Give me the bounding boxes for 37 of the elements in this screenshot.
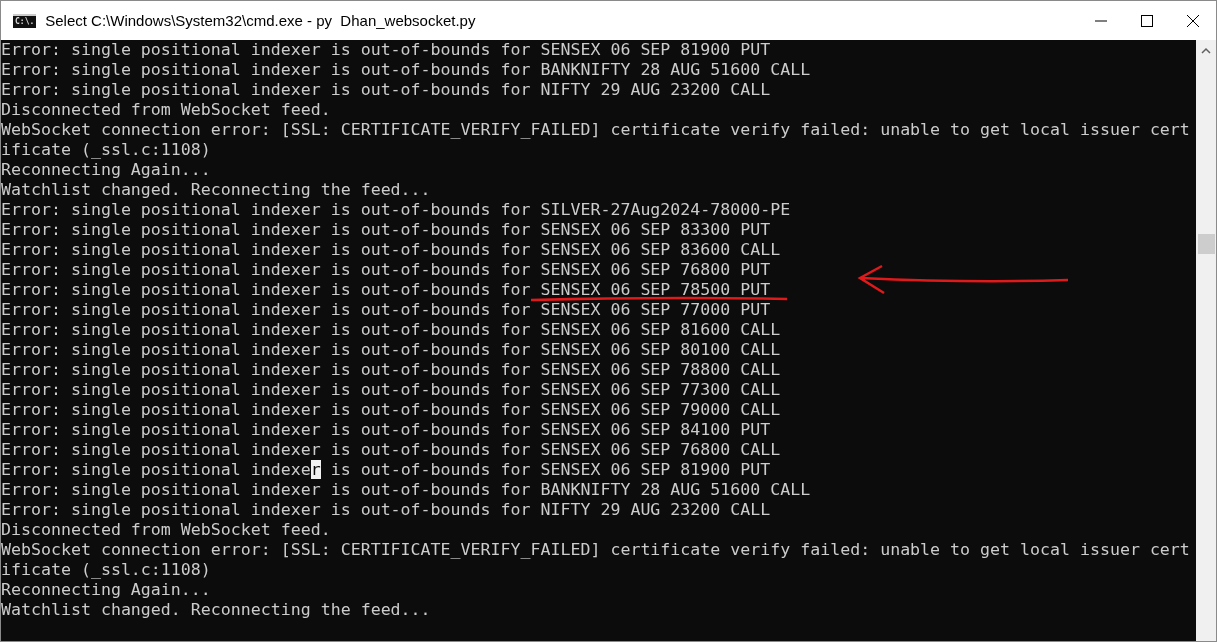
console-line: Error: single positional indexer is out-of-bounds for SENSEX 06 SEP 83600 CALL xyxy=(1,240,781,260)
console-line: Error: single positional indexer is out-of-bounds for SENSEX 06 SEP 81600 CALL xyxy=(1,320,781,340)
console-line: Error: single positional indexer is out-of-bounds for NIFTY 29 AUG 23200 CALL xyxy=(1,80,771,100)
console-line: Error: single positional indexer is out-of-bounds for SENSEX 06 SEP 76800 PUT xyxy=(1,260,771,280)
app-icon: C:\. xyxy=(13,13,37,28)
console-line: Reconnecting Again... xyxy=(1,160,211,180)
console-line: ificate (_ssl.c:1108) xyxy=(1,140,211,160)
console-line: WebSocket connection error: [SSL: CERTIFICATE_VERIFY_FAILED] certificate verify failed: unable to get local issuer cert xyxy=(1,120,1190,140)
window-title: Select C:\Windows\System32\cmd.exe - py Dhan_websocket.py xyxy=(45,12,476,29)
console-line: Watchlist changed. Reconnecting the feed... xyxy=(1,180,431,200)
console-line: Error: single positional indexer is out-of-bounds for SENSEX 06 SEP 80100 CALL xyxy=(1,340,781,360)
console-line: Reconnecting Again... xyxy=(1,580,211,600)
console-line: Error: single positional indexer is out-of-bounds for SENSEX 06 SEP 79000 CALL xyxy=(1,400,781,420)
console-line: Error: single positional indexer is out-of-bounds for SENSEX 06 SEP 78500 PUT xyxy=(1,280,771,300)
console-line: Error: single positional indexer is out-of-bounds for SENSEX 06 SEP 81900 PUT xyxy=(1,460,771,480)
console-line: Disconnected from WebSocket feed. xyxy=(1,520,331,540)
console-line: Error: single positional indexer is out-of-bounds for SENSEX 06 SEP 84100 PUT xyxy=(1,420,771,440)
console-line: Error: single positional indexer is out-of-bounds for NIFTY 29 AUG 23200 CALL xyxy=(1,500,771,520)
console-line: Error: single positional indexer is out-of-bounds for BANKNIFTY 28 AUG 51600 CALL xyxy=(1,480,811,500)
console-line: Error: single positional indexer is out-of-bounds for SILVER-27Aug2024-78000-PE xyxy=(1,200,791,220)
scroll-up-icon[interactable] xyxy=(1201,46,1211,56)
maximize-icon xyxy=(1141,14,1153,27)
console-line: Error: single positional indexer is out-of-bounds for BANKNIFTY 28 AUG 51600 CALL xyxy=(1,60,811,80)
console-line: WebSocket connection error: [SSL: CERTIFICATE_VERIFY_FAILED] certificate verify failed: unable to get local issuer cert xyxy=(1,540,1190,560)
scroll-thumb[interactable] xyxy=(1197,234,1215,254)
scrollbar[interactable] xyxy=(1196,40,1216,641)
console-line: Error: single positional indexer is out-of-bounds for SENSEX 06 SEP 77300 CALL xyxy=(1,380,781,400)
console-line: Error: single positional indexer is out-of-bounds for SENSEX 06 SEP 83300 PUT xyxy=(1,220,771,240)
console-line: Error: single positional indexer is out-of-bounds for SENSEX 06 SEP 76800 CALL xyxy=(1,440,781,460)
console-line: Error: single positional indexer is out-of-bounds for SENSEX 06 SEP 81900 PUT xyxy=(1,40,771,60)
console-line: Watchlist changed. Reconnecting the feed... xyxy=(1,600,431,620)
console-line: Disconnected from WebSocket feed. xyxy=(1,100,331,120)
close-icon xyxy=(1187,14,1199,27)
minimize-icon xyxy=(1095,19,1107,22)
console-line: Error: single positional indexer is out-of-bounds for SENSEX 06 SEP 77000 PUT xyxy=(1,300,771,320)
console-line: ificate (_ssl.c:1108) xyxy=(1,560,211,580)
console-line: Error: single positional indexer is out-of-bounds for SENSEX 06 SEP 78800 CALL xyxy=(1,360,781,380)
